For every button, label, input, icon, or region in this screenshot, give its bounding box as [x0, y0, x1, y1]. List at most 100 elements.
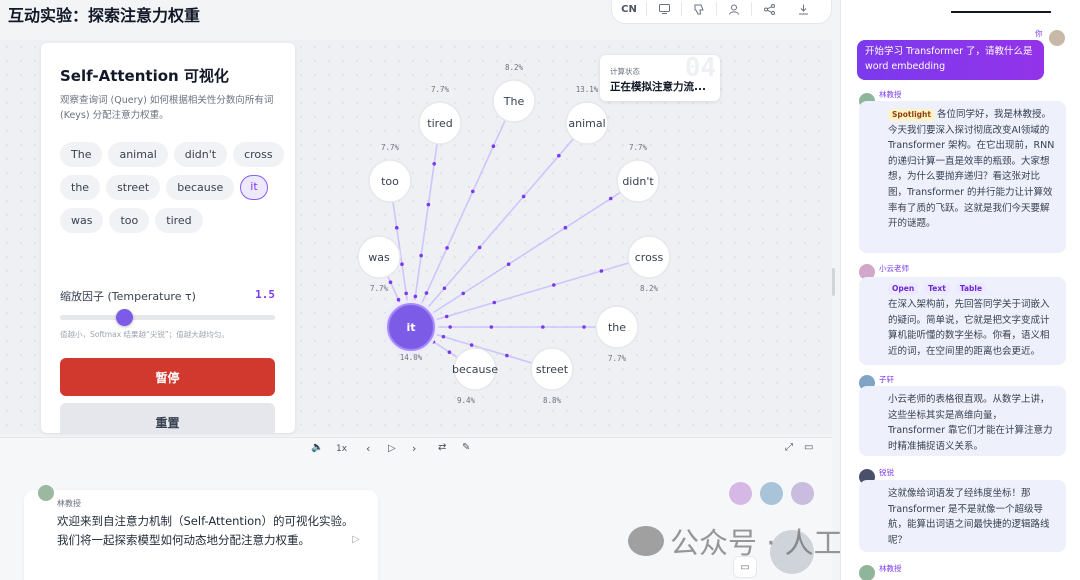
attention-particle	[552, 283, 556, 287]
teacher-avatar	[859, 565, 875, 580]
avatar[interactable]	[729, 482, 752, 505]
token-chip[interactable]: the	[60, 175, 101, 200]
speaker-name: 林教授	[57, 499, 81, 508]
previous-icon[interactable]: ‹	[366, 442, 370, 455]
attention-particle	[400, 262, 404, 267]
attention-particle	[521, 194, 526, 199]
token-chip[interactable]: tired	[155, 208, 203, 233]
control-card: Self-Attention 可视化 观察查询词 (Query) 如何根据相关性…	[41, 43, 295, 433]
card-title: Self-Attention 可视化	[60, 67, 229, 85]
chat-message: 小云老师的表格很直观。从数学上讲，这些坐标其实是高维向量，Transformer…	[859, 386, 1066, 456]
status-label: 计算状态	[610, 67, 640, 76]
key-weight: 7.7%	[431, 85, 450, 94]
token-chip[interactable]: animal	[108, 142, 168, 167]
play-icon[interactable]: ▷	[388, 443, 396, 454]
temperature-label: 缩放因子 (Temperature τ)	[60, 290, 196, 303]
monitor-icon[interactable]	[647, 0, 681, 22]
attention-edge	[410, 122, 588, 328]
panel-resize-handle[interactable]	[832, 268, 835, 296]
key-word: was	[368, 251, 390, 264]
token-chip[interactable]: didn't	[173, 142, 228, 167]
token-chip[interactable]: was	[60, 208, 104, 233]
query-word: it	[406, 321, 415, 334]
key-word: tired	[427, 117, 452, 130]
attention-particle	[442, 286, 447, 291]
avatar[interactable]	[760, 482, 783, 505]
attention-particle	[599, 269, 604, 273]
action-tags: Open Text Table	[888, 283, 1056, 295]
thumbs-down-icon[interactable]	[682, 0, 716, 22]
attention-particle	[444, 314, 449, 319]
attention-particle	[461, 291, 466, 296]
message-text: 小云老师的表格很直观。从数学上讲，这些坐标其实是高维向量，Transformer…	[888, 394, 1053, 452]
key-word: animal	[568, 117, 605, 130]
token-chip[interactable]: it	[240, 175, 268, 200]
attention-particle	[396, 297, 401, 302]
panel-tabs	[841, 0, 1080, 14]
download-icon[interactable]	[786, 0, 820, 22]
share-icon[interactable]	[752, 0, 786, 22]
token-chip[interactable]: because	[166, 175, 235, 200]
key-weight: 7.7%	[608, 354, 627, 363]
next-icon[interactable]: ›	[412, 442, 416, 455]
participant-avatars	[729, 482, 814, 505]
chat-message: Spotlight 各位同学好，我是林教授。今天我们要深入探讨彻底改变AI领域的 …	[859, 101, 1066, 253]
message-author: 锐锐	[879, 468, 894, 477]
attention-particle	[469, 343, 474, 347]
token-chips: The animal didn't cross the street because it wa…	[60, 142, 288, 233]
chat-panel: 你 开始学习 Transformer 了，请教什么是 word embeddin…	[840, 0, 1080, 580]
key-weight: 7.7%	[629, 143, 648, 152]
key-word: because	[452, 363, 498, 376]
message-author: 林教授	[879, 564, 902, 573]
attention-particle	[388, 280, 393, 285]
key-weight: 13.1%	[576, 85, 599, 94]
chat-message: 这就像给词语发了经纬度坐标！那 Transformer 是不是就像一个超级导航，…	[859, 480, 1066, 552]
attention-particle	[394, 225, 399, 230]
temperature-slider[interactable]	[60, 309, 275, 326]
slider-thumb[interactable]	[116, 309, 134, 326]
repeat-icon[interactable]: ⇄	[438, 442, 446, 453]
reset-button[interactable]: 重置	[60, 403, 275, 433]
player-bar: 🔈 1x ‹ ▷ › ⇄ ✎ ⤢ ▭	[0, 437, 832, 463]
action-tag: Text	[924, 283, 950, 295]
key-word: The	[503, 95, 525, 108]
language-toggle-button[interactable]: CN	[612, 0, 646, 22]
key-word: didn't	[622, 175, 654, 188]
user-message: 开始学习 Transformer 了，请教什么是 word embedding	[857, 40, 1044, 80]
key-weight: 8.2%	[505, 63, 524, 72]
token-chip[interactable]: The	[60, 142, 103, 167]
user-avatar	[1049, 30, 1065, 46]
attention-particle	[505, 353, 509, 358]
message-body: 各位同学好，我是林教授。今天我们要深入探讨彻底改变AI领域的 Transform…	[888, 109, 1055, 230]
attention-particle	[492, 300, 497, 305]
key-word: cross	[635, 251, 664, 264]
attention-particle	[582, 325, 586, 329]
user-icon[interactable]	[717, 0, 751, 22]
comment-icon[interactable]: ▭	[804, 442, 813, 453]
volume-icon[interactable]: 🔈	[311, 442, 323, 453]
active-tab-indicator	[951, 11, 1051, 13]
key-word: street	[536, 363, 569, 376]
avatar[interactable]	[791, 482, 814, 505]
pause-button[interactable]: 暂停	[60, 358, 275, 396]
send-icon[interactable]: ▷	[352, 534, 360, 545]
key-weight: 7.7%	[381, 143, 400, 152]
speed-button[interactable]: 1x	[336, 444, 347, 454]
fullscreen-icon[interactable]: ⤢	[785, 442, 793, 453]
action-tag: Spotlight	[888, 109, 935, 121]
pen-icon[interactable]: ✎	[462, 442, 470, 453]
attention-particle	[445, 246, 449, 250]
wechat-icon	[628, 526, 664, 556]
attention-particle	[557, 153, 561, 158]
page-title: 互动实验：探索注意力权重	[8, 6, 201, 25]
token-chip[interactable]: cross	[233, 142, 284, 167]
key-weight: 8.8%	[543, 396, 562, 405]
message-text: Spotlight 各位同学好，我是林教授。今天我们要深入探讨彻底改变AI领域的 …	[859, 101, 1066, 238]
attention-particle	[448, 325, 452, 329]
token-chip[interactable]: street	[106, 175, 161, 200]
chat-message: Open Text Table 在深入架构前，先回答同学关于词嵌入的疑问。简单说，它就…	[859, 277, 1066, 365]
attention-particle	[563, 225, 568, 230]
token-chip[interactable]: too	[109, 208, 150, 233]
attention-particle	[426, 202, 431, 207]
attention-particle	[424, 291, 429, 295]
